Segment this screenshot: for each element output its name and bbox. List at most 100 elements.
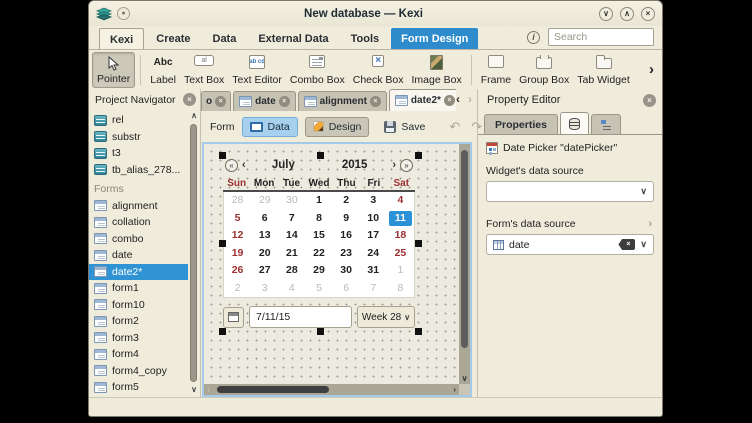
- calendar-day-cell[interactable]: 23: [333, 245, 360, 263]
- navigator-item-partial[interactable]: [89, 396, 188, 398]
- scroll-down-icon[interactable]: ∨: [191, 385, 197, 395]
- tab-data-source[interactable]: [560, 112, 589, 134]
- calendar-day-cell[interactable]: 8: [387, 280, 414, 298]
- calendar-day-cell[interactable]: 13: [251, 227, 278, 245]
- date-input[interactable]: [249, 306, 352, 328]
- form-data-source-combo[interactable]: date × ∨: [486, 234, 654, 255]
- tab-scroll-right-icon[interactable]: ›: [468, 92, 472, 106]
- design-view-button[interactable]: Design: [305, 117, 370, 137]
- calendar-day-cell[interactable]: 15: [305, 227, 332, 245]
- calendar-day-cell[interactable]: 20: [251, 245, 278, 263]
- navigator-item-form10[interactable]: form10: [89, 297, 188, 314]
- resize-handle-middle-left[interactable]: [219, 240, 226, 247]
- calendar-day-cell[interactable]: 2: [333, 192, 360, 210]
- vertical-scrollbar-thumb[interactable]: [461, 150, 468, 348]
- calendar-day-cell[interactable]: 30: [333, 262, 360, 280]
- group-box-button[interactable]: Group Box: [515, 52, 573, 88]
- date-picker-widget[interactable]: « ‹ July 2015 › » SunMonTueWedThuFriSat …: [223, 156, 415, 328]
- shade-button[interactable]: ∨: [599, 7, 613, 21]
- calendar-day-cell[interactable]: 29: [305, 262, 332, 280]
- navigator-close-button[interactable]: ×: [183, 93, 196, 106]
- calendar-day-cell[interactable]: 6: [251, 210, 278, 228]
- close-window-button[interactable]: ×: [641, 7, 655, 21]
- calendar-day-cell[interactable]: 11: [389, 211, 412, 227]
- calendar-day-cell[interactable]: 7: [278, 210, 305, 228]
- navigator-scrollbar[interactable]: ∧ ∨: [189, 111, 199, 395]
- tab-scroll-left-icon[interactable]: ‹: [456, 92, 460, 106]
- menu-tab-create[interactable]: Create: [146, 28, 200, 49]
- date-popup-button[interactable]: [223, 307, 244, 328]
- calendar-day-cell[interactable]: 5: [305, 280, 332, 298]
- next-month-icon[interactable]: ›: [392, 159, 396, 172]
- navigator-item-collation[interactable]: collation: [89, 214, 188, 231]
- tab-close-icon[interactable]: ×: [444, 95, 455, 106]
- tab-close-icon[interactable]: ×: [279, 96, 290, 107]
- resize-handle-bottom-center[interactable]: [317, 328, 324, 335]
- navigator-item-substr[interactable]: substr: [89, 129, 188, 146]
- horizontal-scrollbar[interactable]: ‹ ›: [204, 384, 459, 395]
- save-button[interactable]: Save: [376, 117, 433, 137]
- tab-widget-button[interactable]: Tab Widget: [573, 52, 634, 88]
- calendar-day-cell[interactable]: 8: [305, 210, 332, 228]
- text-editor-button[interactable]: ab cdText Editor: [228, 52, 286, 88]
- calendar-day-cell[interactable]: 3: [251, 280, 278, 298]
- calendar-day-cell[interactable]: 10: [360, 210, 387, 228]
- calendar-day-cell[interactable]: 9: [333, 210, 360, 228]
- navigator-item-form4[interactable]: form4: [89, 346, 188, 363]
- resize-handle-bottom-left[interactable]: [219, 328, 226, 335]
- navigator-item-form4-copy[interactable]: form4_copy: [89, 363, 188, 380]
- resize-handle-middle-right[interactable]: [415, 240, 422, 247]
- navigator-item-combo[interactable]: combo: [89, 231, 188, 248]
- next-year-icon[interactable]: »: [400, 159, 413, 172]
- vertical-scrollbar[interactable]: ∨: [459, 144, 470, 384]
- frame-button[interactable]: Frame: [477, 52, 515, 88]
- calendar-day-cell[interactable]: 31: [360, 262, 387, 280]
- scroll-left-icon[interactable]: ‹: [207, 384, 210, 395]
- navigator-item-form1[interactable]: form1: [89, 280, 188, 297]
- calendar-month-label[interactable]: July: [250, 159, 317, 171]
- document-tab-alignment[interactable]: alignment×: [298, 91, 387, 111]
- navigator-item-alignment[interactable]: alignment: [89, 198, 188, 215]
- calendar-day-cell[interactable]: 6: [333, 280, 360, 298]
- calendar-day-cell[interactable]: 30: [278, 192, 305, 210]
- scroll-up-icon[interactable]: ∧: [191, 111, 197, 121]
- tab-close-icon[interactable]: ×: [215, 96, 226, 107]
- resize-handle-top-center[interactable]: [317, 152, 324, 159]
- calendar-day-cell[interactable]: 7: [360, 280, 387, 298]
- navigator-item-date2[interactable]: date2*: [89, 264, 188, 281]
- document-tab-date2[interactable]: date2*×: [389, 89, 456, 111]
- tab-properties[interactable]: Properties: [484, 114, 558, 134]
- scroll-down-icon[interactable]: ∨: [459, 374, 470, 383]
- calendar-day-cell[interactable]: 12: [224, 227, 251, 245]
- navigator-item-rel[interactable]: rel: [89, 112, 188, 129]
- undo-button[interactable]: ↶: [447, 119, 462, 135]
- data-view-button[interactable]: Data: [242, 117, 298, 137]
- calendar-day-cell[interactable]: 16: [333, 227, 360, 245]
- calendar-day-cell[interactable]: 28: [278, 262, 305, 280]
- navigator-scrollbar-thumb[interactable]: [190, 124, 197, 382]
- pointer-button[interactable]: Pointer: [92, 52, 135, 88]
- navigator-item-form5[interactable]: form5: [89, 379, 188, 396]
- calendar-day-cell[interactable]: 2: [224, 280, 251, 298]
- calendar-day-cell[interactable]: 24: [360, 245, 387, 263]
- calendar-day-cell[interactable]: 1: [387, 262, 414, 280]
- expand-icon[interactable]: ›: [648, 218, 654, 230]
- document-tab-o[interactable]: o×: [201, 91, 231, 111]
- previous-month-icon[interactable]: ‹: [242, 159, 246, 172]
- toolbar-more-button[interactable]: ›: [644, 61, 659, 78]
- calendar-day-cell[interactable]: 18: [387, 227, 414, 245]
- form-design-canvas[interactable]: « ‹ July 2015 › » SunMonTueWedThuFriSat …: [204, 144, 459, 384]
- maximize-button[interactable]: ∧: [620, 7, 634, 21]
- calendar-day-cell[interactable]: 27: [251, 262, 278, 280]
- info-icon[interactable]: i: [527, 31, 540, 44]
- resize-handle-top-right[interactable]: [415, 152, 422, 159]
- calendar-day-cell[interactable]: 26: [224, 262, 251, 280]
- navigator-item-form2[interactable]: form2: [89, 313, 188, 330]
- app-menu-button[interactable]: ●: [117, 7, 130, 20]
- calendar-day-cell[interactable]: 29: [251, 192, 278, 210]
- document-tab-date[interactable]: date×: [233, 91, 296, 111]
- check-box-button[interactable]: ×Check Box: [349, 52, 408, 88]
- search-input[interactable]: [548, 28, 654, 46]
- text-box-button[interactable]: alText Box: [180, 52, 228, 88]
- calendar-day-cell[interactable]: 4: [278, 280, 305, 298]
